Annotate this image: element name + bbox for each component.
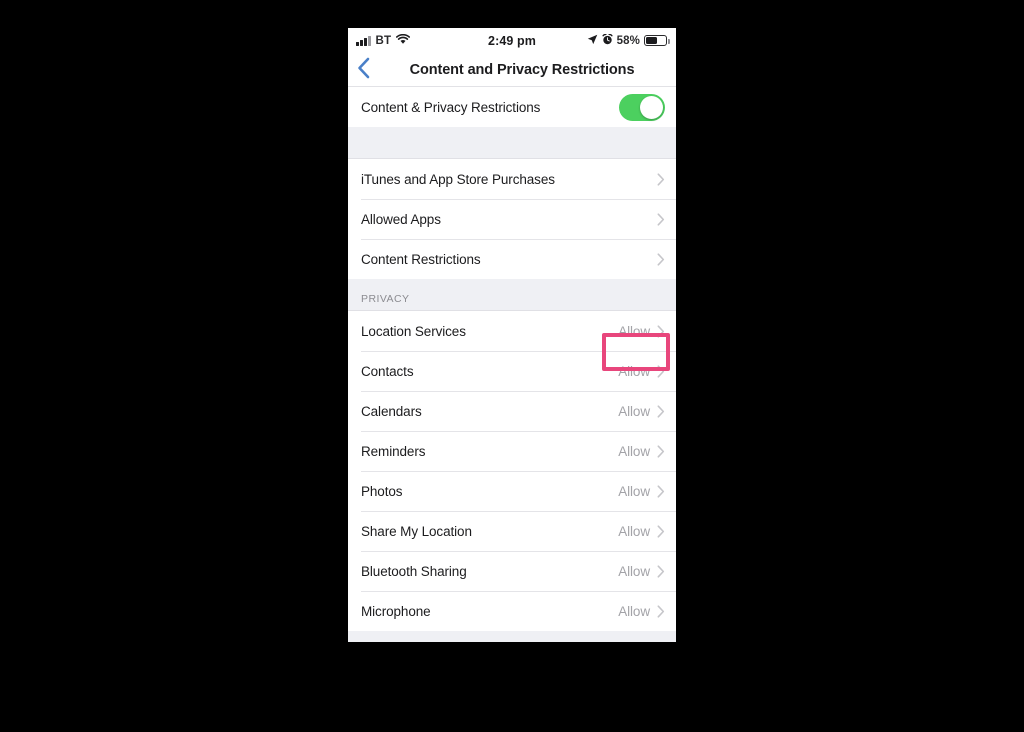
row-allowed-apps[interactable]: Allowed Apps	[348, 199, 676, 239]
row-label: Photos	[361, 483, 403, 499]
row-label: iTunes and App Store Purchases	[361, 171, 555, 187]
chevron-right-icon	[657, 604, 665, 618]
row-value: Allow	[618, 363, 650, 379]
settings-list[interactable]: Content & Privacy Restrictions iTunes an…	[348, 87, 676, 642]
row-label: Contacts	[361, 363, 414, 379]
signal-bars-icon	[356, 35, 371, 46]
row-itunes-app-store-purchases[interactable]: iTunes and App Store Purchases	[348, 159, 676, 199]
row-value: Allow	[618, 403, 650, 419]
row-reminders[interactable]: Reminders Allow	[348, 431, 676, 471]
row-location-services[interactable]: Location Services Allow	[348, 311, 676, 351]
chevron-right-icon	[657, 484, 665, 498]
chevron-right-icon	[657, 324, 665, 338]
row-value: Allow	[618, 523, 650, 539]
chevron-right-icon	[657, 364, 665, 378]
row-bluetooth-sharing[interactable]: Bluetooth Sharing Allow	[348, 551, 676, 591]
row-label: Content Restrictions	[361, 251, 481, 267]
chevron-right-icon	[657, 212, 665, 226]
privacy-group: Location Services Allow Contacts Allow C…	[348, 311, 676, 631]
status-bar-left: BT	[356, 32, 512, 50]
status-bar: BT 2:49 pm 58%	[348, 28, 676, 53]
phone-screen: BT 2:49 pm 58% Content and Privacy Restr…	[348, 28, 676, 642]
row-content-restrictions[interactable]: Content Restrictions	[348, 239, 676, 279]
row-label: Location Services	[361, 323, 466, 339]
chevron-right-icon	[657, 172, 665, 186]
carrier-label: BT	[375, 34, 392, 47]
content-privacy-restrictions-toggle[interactable]	[619, 93, 665, 121]
wifi-icon	[396, 32, 411, 50]
row-label: Calendars	[361, 403, 422, 419]
section-spacer	[348, 127, 676, 159]
page-title: Content and Privacy Restrictions	[409, 61, 635, 78]
row-calendars[interactable]: Calendars Allow	[348, 391, 676, 431]
alarm-clock-icon	[602, 32, 613, 50]
toggle-knob	[640, 95, 663, 119]
row-photos[interactable]: Photos Allow	[348, 471, 676, 511]
row-contacts[interactable]: Contacts Allow	[348, 351, 676, 391]
row-label: Allowed Apps	[361, 211, 441, 227]
chevron-right-icon	[657, 444, 665, 458]
section-header-privacy: PRIVACY	[348, 279, 676, 311]
row-value: Allow	[618, 603, 650, 619]
chevron-right-icon	[657, 564, 665, 578]
row-label: Reminders	[361, 443, 426, 459]
row-content-privacy-restrictions[interactable]: Content & Privacy Restrictions	[348, 87, 676, 127]
row-label: Share My Location	[361, 523, 472, 539]
battery-icon	[644, 35, 670, 46]
row-value: Allow	[618, 443, 650, 459]
screenshot-canvas: BT 2:49 pm 58% Content and Privacy Restr…	[0, 0, 1024, 732]
navigation-bar: Content and Privacy Restrictions	[348, 53, 676, 87]
row-label: Bluetooth Sharing	[361, 563, 467, 579]
chevron-left-icon	[357, 57, 370, 82]
row-microphone[interactable]: Microphone Allow	[348, 591, 676, 631]
chevron-right-icon	[657, 524, 665, 538]
row-label: Content & Privacy Restrictions	[361, 99, 541, 115]
battery-percent-label: 58%	[616, 34, 640, 47]
row-value: Allow	[618, 563, 650, 579]
row-label: Microphone	[361, 603, 431, 619]
row-value: Allow	[618, 483, 650, 499]
back-button[interactable]	[357, 56, 383, 84]
chevron-right-icon	[657, 404, 665, 418]
chevron-right-icon	[657, 252, 665, 266]
status-bar-right: 58%	[512, 32, 670, 50]
row-value: Allow	[618, 323, 650, 339]
row-share-my-location[interactable]: Share My Location Allow	[348, 511, 676, 551]
restrictions-group: iTunes and App Store Purchases Allowed A…	[348, 159, 676, 279]
master-toggle-group: Content & Privacy Restrictions	[348, 87, 676, 127]
location-arrow-icon	[587, 32, 598, 50]
